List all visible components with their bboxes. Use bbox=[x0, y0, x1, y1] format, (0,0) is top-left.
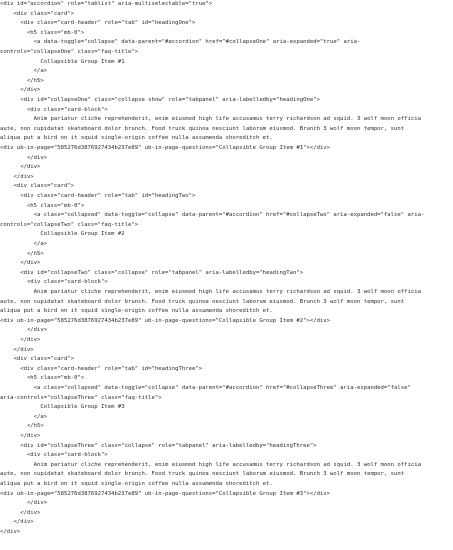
code-line: <div class="card"> bbox=[0, 183, 75, 190]
code-line: <div class="card-header" role="tab" id="… bbox=[0, 365, 203, 372]
code-line: Anim pariatur cliche reprehenderit, enim… bbox=[0, 461, 421, 468]
code-line: <div class="card-block"> bbox=[0, 279, 108, 286]
code-line: <div ub-in-page="585276d3876927434b237e8… bbox=[0, 145, 331, 151]
code-line: <div class="card"> bbox=[0, 356, 75, 363]
code-line: <div id="accordion" role="tablist" aria-… bbox=[0, 1, 213, 7]
code-line: <h5 class="mb-0"> bbox=[0, 375, 85, 382]
code-line: </a> bbox=[0, 413, 48, 420]
code-line: </div> bbox=[0, 346, 34, 353]
code-line: </div> bbox=[0, 500, 48, 507]
code-line: </div> bbox=[0, 529, 21, 535]
code-line: aute, non cupidatat skateboard dolor bru… bbox=[0, 471, 405, 478]
code-line: </a> bbox=[0, 241, 48, 247]
code-line: </div> bbox=[0, 337, 41, 343]
code-line: aute, non cupidatat skateboard dolor bru… bbox=[0, 125, 405, 132]
code-line: Collapsible Group Item #1 bbox=[0, 58, 125, 65]
code-line: Collapsible Group Item #2 bbox=[0, 231, 125, 238]
code-line: Collapsible Group Item #3 bbox=[0, 404, 125, 411]
code-line: aliqua put a bird on it squid single-ori… bbox=[0, 308, 273, 315]
code-line: <div class="card-header" role="tab" id="… bbox=[0, 193, 196, 199]
code-line: <div id="collapseTwo" class="collapse" r… bbox=[0, 269, 304, 276]
code-line: <a class="collapsed" data-toggle="collap… bbox=[0, 385, 411, 391]
code-line: <div class="card"> bbox=[0, 10, 75, 17]
code-line: </div> bbox=[0, 433, 41, 439]
code-line: aute, non cupidatat skateboard dolor bru… bbox=[0, 298, 405, 305]
code-line: </h5> bbox=[0, 423, 44, 430]
code-line: <div class="card-block"> bbox=[0, 106, 108, 113]
code-line: aliqua put a bird on it squid single-ori… bbox=[0, 135, 273, 142]
code-line: aria-controls="collapseThree" class="faq… bbox=[0, 394, 162, 401]
code-line: <div ub-in-page="585276d3876927434b237e8… bbox=[0, 317, 331, 324]
code-line: <h5 class="mb-0"> bbox=[0, 29, 85, 36]
code-line: <h5 class="mb-0"> bbox=[0, 202, 85, 209]
code-line: </h5> bbox=[0, 77, 44, 84]
code-line: <div id="collapseOne" class="collapse sh… bbox=[0, 97, 320, 103]
source-code-view: <div id="accordion" role="tablist" aria-… bbox=[0, 0, 453, 550]
code-line: </div> bbox=[0, 154, 48, 161]
code-line: </div> bbox=[0, 260, 41, 267]
code-line: <div class="card-header" role="tab" id="… bbox=[0, 20, 196, 27]
code-line: </div> bbox=[0, 509, 41, 516]
code-line: </div> bbox=[0, 87, 41, 94]
code-line: controls="collapseOne" class="faq-title"… bbox=[0, 49, 139, 55]
code-line: <div class="card-block"> bbox=[0, 452, 108, 459]
code-line: </a> bbox=[0, 68, 48, 75]
code-line: aliqua put a bird on it squid single-ori… bbox=[0, 481, 273, 487]
code-line: </div> bbox=[0, 327, 48, 334]
code-line: </div> bbox=[0, 173, 34, 180]
code-line: </div> bbox=[0, 164, 41, 171]
code-line: Anim pariatur cliche reprehenderit, enim… bbox=[0, 116, 421, 123]
code-line: <div id="collapseThree" class="collapse"… bbox=[0, 442, 317, 449]
code-line: controls="collapseTwo" class="faq-title"… bbox=[0, 221, 139, 228]
code-line: <a class="collapsed" data-toggle="collap… bbox=[0, 212, 425, 219]
code-line: <a data-toggle="collapse" data-parent="#… bbox=[0, 39, 361, 46]
code-line: </div> bbox=[0, 519, 34, 526]
code-line: Anim pariatur cliche reprehenderit, enim… bbox=[0, 289, 421, 295]
code-line: </h5> bbox=[0, 250, 44, 257]
code-line: <div ub-in-page="585276d3876927434b237e8… bbox=[0, 490, 331, 497]
